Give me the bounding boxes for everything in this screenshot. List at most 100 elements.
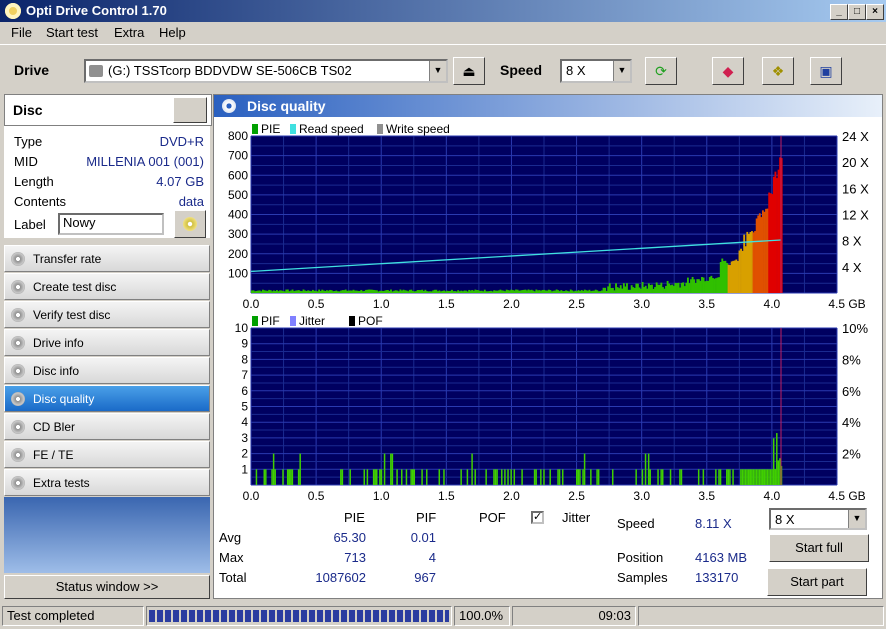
close-button[interactable]: × <box>866 4 884 20</box>
title-bar: Opti Drive Control 1.70 _ □ × <box>0 0 886 22</box>
legend-entry: Read speed <box>299 122 364 136</box>
pif-bar <box>379 469 381 485</box>
pif-bar <box>769 469 772 485</box>
disc-mid-key: MID <box>14 154 38 169</box>
legend-swatch <box>252 316 258 326</box>
test-speed-select[interactable]: 8 X ▼ <box>769 508 867 530</box>
nav-disc-quality[interactable]: Disc quality <box>4 385 210 412</box>
x-tick-label: 0.5 <box>308 297 325 311</box>
pif-bar <box>493 469 495 485</box>
pif-bar <box>576 469 578 485</box>
status-window-button[interactable]: Status window >> <box>4 575 210 599</box>
stat-header-pif: PIF <box>416 510 437 525</box>
nav-disc-info[interactable]: Disc info <box>4 357 210 384</box>
disc-header-button[interactable] <box>173 97 207 123</box>
toolbar: Drive (G:) TSSTcorp BDDVDW SE-506CB TS02… <box>0 44 886 93</box>
pif-bar <box>719 469 722 485</box>
y-tick-label: 10 <box>235 321 249 335</box>
y2-tick-label: 24 X <box>842 129 869 144</box>
disc-quality-panel: Disc quality PIE Read speed Write speed 800… <box>213 94 883 599</box>
start-part-button[interactable]: Start part <box>767 568 867 596</box>
disc-info: Type DVD+R MID MILLENIA 001 (001) Length… <box>4 126 210 238</box>
disc-label-button[interactable] <box>174 210 206 238</box>
legend-swatch <box>377 124 383 134</box>
pif-bar <box>755 469 758 485</box>
menu-help[interactable]: Help <box>159 25 186 40</box>
pif-bar <box>776 433 778 485</box>
pif-bar <box>611 469 614 485</box>
pif-bar <box>286 469 289 485</box>
disc-icon <box>11 448 25 462</box>
pif-bar <box>657 469 659 485</box>
legend-entry: PIE <box>261 122 280 136</box>
disc-header: Disc <box>4 94 212 126</box>
pif-bar <box>727 469 730 485</box>
disc-icon <box>11 420 25 434</box>
pif-bar <box>426 469 428 485</box>
pif-bar <box>697 469 700 485</box>
menu-file[interactable]: File <box>11 25 32 40</box>
pif-bar <box>271 469 273 485</box>
y-tick-label: 9 <box>241 337 248 351</box>
pif-bar <box>641 469 644 485</box>
stat-header-pof: POF <box>479 510 506 525</box>
speed-select-value: 8 X <box>566 63 586 78</box>
pif-bar <box>741 469 744 485</box>
legend-swatch <box>290 316 296 326</box>
x-tick-label: 4.0 <box>764 489 781 503</box>
pif-bar <box>751 469 753 485</box>
nav-transfer-rate[interactable]: Transfer rate <box>4 245 210 272</box>
pif-bar <box>597 469 600 485</box>
erase-button[interactable]: ◆ <box>712 57 744 85</box>
maximize-button[interactable]: □ <box>848 4 866 20</box>
pif-bar <box>761 469 764 485</box>
disc-icon <box>11 280 25 294</box>
y2-tick-label: 4% <box>842 415 861 430</box>
nav-fe-te[interactable]: FE / TE <box>4 441 210 468</box>
menu-extra[interactable]: Extra <box>114 25 144 40</box>
disc-label-input[interactable]: Nowy <box>58 213 164 235</box>
nav-cd-bler[interactable]: CD Bler <box>4 413 210 440</box>
speed-select[interactable]: 8 X ▼ <box>560 59 632 83</box>
progress-bar <box>146 606 452 626</box>
minimize-button[interactable]: _ <box>830 4 848 20</box>
drive-select[interactable]: (G:) TSSTcorp BDDVDW SE-506CB TS02 ▼ <box>84 59 448 83</box>
pif-bar <box>768 469 770 485</box>
position-stat-value: 4163 MB <box>695 550 748 565</box>
nav-create-test-disc[interactable]: Create test disc <box>4 273 210 300</box>
x-tick-label: 2.0 <box>503 297 520 311</box>
left-panel: Disc Type DVD+R MID MILLENIA 001 (001) L… <box>4 94 212 599</box>
pif-bar <box>410 469 412 485</box>
pif-bar <box>558 469 561 485</box>
nav-drive-info[interactable]: Drive info <box>4 329 210 356</box>
jitter-checkbox[interactable]: ✓ <box>531 511 544 524</box>
refresh-button[interactable]: ⟳ <box>645 57 677 85</box>
pif-bar <box>543 469 545 485</box>
pif-bar <box>290 469 292 485</box>
y-tick-label: 4 <box>241 415 248 429</box>
x-tick-label: 1.5 <box>438 297 455 311</box>
eject-button[interactable]: ⏏ <box>453 57 485 85</box>
menu-start-test[interactable]: Start test <box>46 25 98 40</box>
pif-bar <box>763 469 766 485</box>
pif-bar <box>466 469 469 485</box>
copy-button[interactable]: ❖ <box>762 57 794 85</box>
pif-bar <box>583 453 586 485</box>
drive-icon <box>89 65 103 77</box>
pif-bar <box>743 469 745 485</box>
pif-bar <box>291 469 294 485</box>
save-button[interactable]: ▣ <box>810 57 842 85</box>
disc-icon <box>11 392 25 406</box>
pif-bar <box>758 469 761 485</box>
pif-bar <box>757 469 759 485</box>
x-tick-label: 0.0 <box>243 297 260 311</box>
pif-bar <box>383 453 386 485</box>
x-tick-label: 4.5 GB <box>828 489 865 503</box>
pif-bar <box>644 453 647 485</box>
pif-bar <box>540 469 542 485</box>
nav-verify-test-disc[interactable]: Verify test disc <box>4 301 210 328</box>
x-tick-label: 1.0 <box>373 297 390 311</box>
start-full-button[interactable]: Start full <box>769 534 869 562</box>
pif-bar <box>521 469 523 485</box>
nav-extra-tests[interactable]: Extra tests <box>4 469 210 496</box>
